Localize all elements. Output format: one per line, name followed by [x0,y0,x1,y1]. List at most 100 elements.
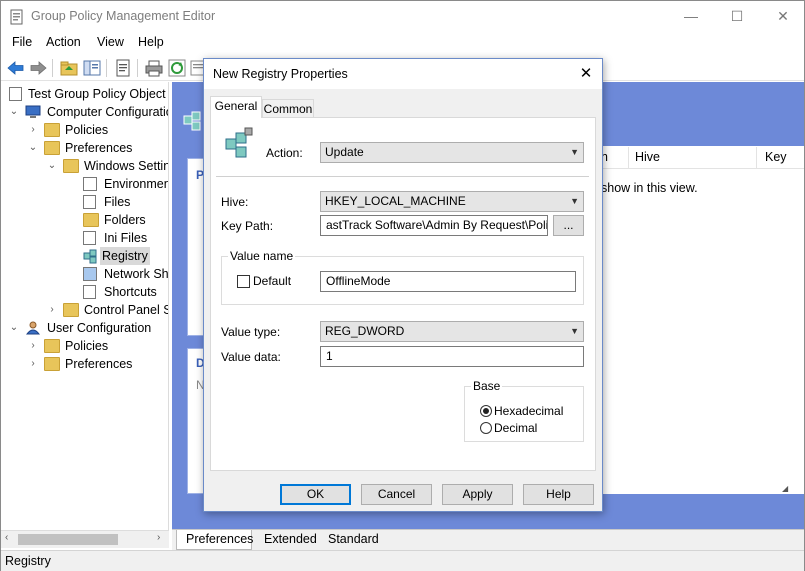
ini-file-icon [83,231,96,245]
menu-bar: File Action View Help [1,32,804,54]
tree-item-network-shares[interactable]: Network Sha [1,265,168,283]
menu-view[interactable]: View [97,35,124,49]
status-bar: Registry [1,550,804,571]
folder-icon [44,141,60,155]
policy-doc-icon [9,87,22,101]
tree-user-policies[interactable]: › Policies [1,337,168,355]
menu-help[interactable]: Help [138,35,164,49]
decimal-radio[interactable] [480,422,492,434]
tree-item-ini-files[interactable]: Ini Files [1,229,168,247]
tree-item-environment[interactable]: Environmen [1,175,168,193]
hexadecimal-label: Hexadecimal [494,404,564,418]
resize-handle-icon: ◢ [782,484,789,493]
app-icon [10,9,23,25]
registry-header-icon [183,111,201,131]
default-checkbox[interactable] [237,275,250,288]
list-view[interactable] [600,146,804,494]
folder-icon [44,339,60,353]
dropdown-chevron-icon: ▼ [570,147,579,157]
computer-icon [25,105,41,118]
folder-icon [44,123,60,137]
tree-pane: Test Group Policy Object [l ⌄ Computer C… [1,82,169,530]
tree-horizontal-scrollbar[interactable]: ‹ › [1,530,169,548]
tab-general[interactable]: General [210,96,262,118]
value-type-dropdown[interactable]: REG_DWORD ▼ [320,321,584,342]
properties-icon[interactable] [113,58,133,78]
tree-user-configuration[interactable]: ⌄ User Configuration [1,319,168,337]
ok-button[interactable]: OK [280,484,351,505]
tree-computer-configuration[interactable]: ⌄ Computer Configuratio [1,103,168,121]
column-hive[interactable]: Hive [635,150,660,164]
tab-extended[interactable]: Extended [256,530,318,550]
refresh-icon[interactable] [167,58,187,78]
print-icon[interactable] [144,58,164,78]
key-path-label: Key Path: [221,219,274,233]
tab-common[interactable]: Common [262,99,314,119]
action-label: Action: [266,146,303,160]
base-group: Base Hexadecimal Decimal [464,379,584,442]
value-data-label: Value data: [221,350,281,364]
new-registry-properties-dialog: New Registry Properties ✕ General Common… [203,58,603,512]
hexadecimal-radio[interactable] [480,405,492,417]
tree-root[interactable]: Test Group Policy Object [l [1,85,168,103]
show-hide-tree-icon[interactable] [82,58,102,78]
tree-control-panel-settings[interactable]: › Control Panel S [1,301,168,319]
scroll-right-icon[interactable]: › [157,532,160,543]
minimize-button[interactable]: — [668,1,714,32]
tree-item-folders[interactable]: Folders [1,211,168,229]
tab-preferences[interactable]: Preferences [176,530,253,550]
key-path-input[interactable]: astTrack Software\Admin By Request\Polic… [320,215,548,236]
tree-windows-settings[interactable]: ⌄ Windows Settin [1,157,168,175]
tree-item-registry[interactable]: Registry [1,247,168,265]
folder-icon [63,159,79,173]
tree-item-files[interactable]: Files [1,193,168,211]
toolbar-separator [106,59,107,77]
scroll-left-icon[interactable]: ‹ [5,532,8,543]
folder-icon [83,213,99,227]
general-tab-panel: Action: Update ▼ Hive: HKEY_LOCAL_MACHIN… [210,117,596,471]
collapsed-chevron-icon[interactable]: › [27,337,39,355]
title-bar: Group Policy Management Editor — ☐ ✕ [1,1,804,32]
value-data-input[interactable]: 1 [320,346,584,367]
apply-button[interactable]: Apply [442,484,513,505]
maximize-button[interactable]: ☐ [714,1,760,32]
tree-user-preferences[interactable]: › Preferences [1,355,168,373]
collapsed-chevron-icon[interactable]: › [27,121,39,139]
value-name-input[interactable]: OfflineMode [320,271,576,292]
column-key[interactable]: Key [765,150,787,164]
hive-dropdown[interactable]: HKEY_LOCAL_MACHINE ▼ [320,191,584,212]
close-button[interactable]: ✕ [760,1,805,32]
help-button[interactable]: Help [523,484,594,505]
cancel-button[interactable]: Cancel [361,484,432,505]
collapsed-chevron-icon[interactable]: › [46,301,58,319]
scrollbar-thumb[interactable] [18,534,118,545]
action-dropdown[interactable]: Update ▼ [320,142,584,163]
registry-action-icon [225,127,253,158]
files-icon [83,195,96,209]
toolbar-separator [52,59,53,77]
expanded-chevron-icon[interactable]: ⌄ [27,139,39,157]
browse-button[interactable]: ... [553,215,584,236]
collapsed-chevron-icon[interactable]: › [27,355,39,373]
value-type-label: Value type: [221,325,281,339]
expanded-chevron-icon[interactable]: ⌄ [8,319,20,337]
expanded-chevron-icon[interactable]: ⌄ [46,157,58,175]
empty-list-message: show in this view. [601,181,698,195]
dialog-close-button[interactable]: ✕ [570,59,602,89]
menu-file[interactable]: File [12,35,32,49]
column-divider [756,147,757,169]
status-text: Registry [5,554,51,568]
up-folder-icon[interactable] [59,58,79,78]
expanded-chevron-icon[interactable]: ⌄ [8,103,20,121]
tab-standard[interactable]: Standard [322,530,384,550]
menu-action[interactable]: Action [46,35,81,49]
forward-arrow-icon[interactable] [28,58,48,78]
view-tabs: Preferences Extended Standard [172,529,804,550]
toolbar-separator [137,59,138,77]
back-arrow-icon[interactable] [6,58,26,78]
tree-preferences[interactable]: ⌄ Preferences [1,139,168,157]
tree-policies[interactable]: › Policies [1,121,168,139]
tree-item-shortcuts[interactable]: Shortcuts [1,283,168,301]
default-label: Default [253,274,292,288]
folder-icon [44,357,60,371]
